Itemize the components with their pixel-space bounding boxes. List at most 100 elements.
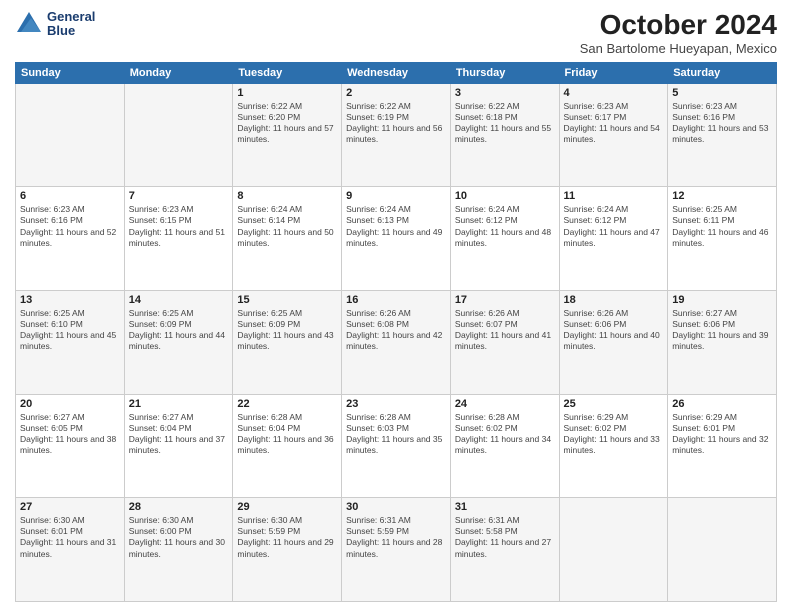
logo: General Blue: [15, 10, 95, 39]
table-row: 12 Sunrise: 6:25 AM Sunset: 6:11 PM Dayli…: [668, 187, 777, 291]
day-number: 27: [20, 501, 120, 513]
day-info: Sunrise: 6:27 AM Sunset: 6:04 PM Dayligh…: [129, 412, 229, 456]
day-info: Sunrise: 6:24 AM Sunset: 6:14 PM Dayligh…: [237, 204, 337, 248]
day-number: 28: [129, 501, 229, 513]
page: General Blue October 2024 San Bartolome …: [0, 0, 792, 612]
col-thursday: Thursday: [450, 62, 559, 83]
table-row: 21 Sunrise: 6:27 AM Sunset: 6:04 PM Dayli…: [124, 394, 233, 498]
day-info: Sunrise: 6:25 AM Sunset: 6:11 PM Dayligh…: [672, 204, 772, 248]
table-row: 3 Sunrise: 6:22 AM Sunset: 6:18 PM Daylig…: [450, 83, 559, 187]
table-row: 7Sunrise: 6:23 AM Sunset: 6:15 PM Daylig…: [124, 187, 233, 291]
calendar-week-row: 6 Sunrise: 6:23 AM Sunset: 6:16 PM Daylig…: [16, 187, 777, 291]
col-friday: Friday: [559, 62, 668, 83]
table-row: 19 Sunrise: 6:27 AM Sunset: 6:06 PM Dayli…: [668, 291, 777, 395]
day-number: 12: [672, 190, 772, 202]
calendar-week-row: 27 Sunrise: 6:30 AM Sunset: 6:01 PM Dayli…: [16, 498, 777, 602]
day-number: 10: [455, 190, 555, 202]
day-number: 3: [455, 87, 555, 99]
day-number: 14: [129, 294, 229, 306]
table-row: [16, 83, 125, 187]
day-info: Sunrise: 6:28 AM Sunset: 6:02 PM Dayligh…: [455, 412, 555, 456]
day-number: 29: [237, 501, 337, 513]
table-row: 24 Sunrise: 6:28 AM Sunset: 6:02 PM Dayli…: [450, 394, 559, 498]
day-number: 31: [455, 501, 555, 513]
table-row: 27 Sunrise: 6:30 AM Sunset: 6:01 PM Dayli…: [16, 498, 125, 602]
table-row: 31 Sunrise: 6:31 AM Sunset: 5:58 PM Dayli…: [450, 498, 559, 602]
day-number: 5: [672, 87, 772, 99]
table-row: 23Sunrise: 6:28 AM Sunset: 6:03 PM Dayli…: [342, 394, 451, 498]
day-info: Sunrise: 6:26 AM Sunset: 6:08 PM Dayligh…: [346, 308, 446, 352]
table-row: 18 Sunrise: 6:26 AM Sunset: 6:06 PM Dayli…: [559, 291, 668, 395]
location-subtitle: San Bartolome Hueyapan, Mexico: [580, 41, 777, 56]
day-info: Sunrise: 6:29 AM Sunset: 6:02 PM Dayligh…: [564, 412, 664, 456]
table-row: 2Sunrise: 6:22 AM Sunset: 6:19 PM Daylig…: [342, 83, 451, 187]
day-info: Sunrise: 6:25 AM Sunset: 6:09 PM Dayligh…: [129, 308, 229, 352]
table-row: 10Sunrise: 6:24 AM Sunset: 6:12 PM Dayli…: [450, 187, 559, 291]
table-row: 9 Sunrise: 6:24 AM Sunset: 6:13 PM Daylig…: [342, 187, 451, 291]
day-number: 24: [455, 398, 555, 410]
day-info: Sunrise: 6:23 AM Sunset: 6:16 PM Dayligh…: [672, 101, 772, 145]
day-number: 6: [20, 190, 120, 202]
table-row: 13 Sunrise: 6:25 AM Sunset: 6:10 PM Dayli…: [16, 291, 125, 395]
day-number: 17: [455, 294, 555, 306]
day-number: 26: [672, 398, 772, 410]
day-number: 19: [672, 294, 772, 306]
day-number: 22: [237, 398, 337, 410]
day-info: Sunrise: 6:26 AM Sunset: 6:07 PM Dayligh…: [455, 308, 555, 352]
col-wednesday: Wednesday: [342, 62, 451, 83]
table-row: 4 Sunrise: 6:23 AM Sunset: 6:17 PM Daylig…: [559, 83, 668, 187]
table-row: [559, 498, 668, 602]
day-info: Sunrise: 6:24 AM Sunset: 6:13 PM Dayligh…: [346, 204, 446, 248]
table-row: 16Sunrise: 6:26 AM Sunset: 6:08 PM Dayli…: [342, 291, 451, 395]
day-number: 7: [129, 190, 229, 202]
day-number: 23: [346, 398, 446, 410]
day-info: Sunrise: 6:22 AM Sunset: 6:20 PM Dayligh…: [237, 101, 337, 145]
table-row: 6 Sunrise: 6:23 AM Sunset: 6:16 PM Daylig…: [16, 187, 125, 291]
table-row: 25 Sunrise: 6:29 AM Sunset: 6:02 PM Dayli…: [559, 394, 668, 498]
table-row: 15Sunrise: 6:25 AM Sunset: 6:09 PM Dayli…: [233, 291, 342, 395]
title-block: October 2024 San Bartolome Hueyapan, Mex…: [580, 10, 777, 56]
col-monday: Monday: [124, 62, 233, 83]
day-info: Sunrise: 6:24 AM Sunset: 6:12 PM Dayligh…: [564, 204, 664, 248]
table-row: [124, 83, 233, 187]
day-number: 20: [20, 398, 120, 410]
day-info: Sunrise: 6:29 AM Sunset: 6:01 PM Dayligh…: [672, 412, 772, 456]
day-info: Sunrise: 6:23 AM Sunset: 6:17 PM Dayligh…: [564, 101, 664, 145]
table-row: 8Sunrise: 6:24 AM Sunset: 6:14 PM Daylig…: [233, 187, 342, 291]
calendar-week-row: 20 Sunrise: 6:27 AM Sunset: 6:05 PM Dayli…: [16, 394, 777, 498]
col-sunday: Sunday: [16, 62, 125, 83]
day-info: Sunrise: 6:30 AM Sunset: 6:00 PM Dayligh…: [129, 515, 229, 559]
logo-text: General Blue: [47, 10, 95, 39]
day-info: Sunrise: 6:22 AM Sunset: 6:19 PM Dayligh…: [346, 101, 446, 145]
day-info: Sunrise: 6:30 AM Sunset: 6:01 PM Dayligh…: [20, 515, 120, 559]
day-number: 18: [564, 294, 664, 306]
day-number: 25: [564, 398, 664, 410]
day-number: 30: [346, 501, 446, 513]
day-info: Sunrise: 6:23 AM Sunset: 6:16 PM Dayligh…: [20, 204, 120, 248]
day-info: Sunrise: 6:31 AM Sunset: 5:59 PM Dayligh…: [346, 515, 446, 559]
calendar-week-row: 1Sunrise: 6:22 AM Sunset: 6:20 PM Daylig…: [16, 83, 777, 187]
table-row: [668, 498, 777, 602]
day-info: Sunrise: 6:27 AM Sunset: 6:06 PM Dayligh…: [672, 308, 772, 352]
day-info: Sunrise: 6:30 AM Sunset: 5:59 PM Dayligh…: [237, 515, 337, 559]
day-number: 13: [20, 294, 120, 306]
col-tuesday: Tuesday: [233, 62, 342, 83]
day-number: 21: [129, 398, 229, 410]
day-number: 11: [564, 190, 664, 202]
day-info: Sunrise: 6:25 AM Sunset: 6:10 PM Dayligh…: [20, 308, 120, 352]
col-saturday: Saturday: [668, 62, 777, 83]
table-row: 5 Sunrise: 6:23 AM Sunset: 6:16 PM Daylig…: [668, 83, 777, 187]
day-number: 4: [564, 87, 664, 99]
day-info: Sunrise: 6:27 AM Sunset: 6:05 PM Dayligh…: [20, 412, 120, 456]
month-title: October 2024: [580, 10, 777, 41]
day-info: Sunrise: 6:26 AM Sunset: 6:06 PM Dayligh…: [564, 308, 664, 352]
logo-icon: [15, 10, 43, 38]
day-info: Sunrise: 6:31 AM Sunset: 5:58 PM Dayligh…: [455, 515, 555, 559]
table-row: 22Sunrise: 6:28 AM Sunset: 6:04 PM Dayli…: [233, 394, 342, 498]
table-row: 1Sunrise: 6:22 AM Sunset: 6:20 PM Daylig…: [233, 83, 342, 187]
header: General Blue October 2024 San Bartolome …: [15, 10, 777, 56]
day-info: Sunrise: 6:22 AM Sunset: 6:18 PM Dayligh…: [455, 101, 555, 145]
day-info: Sunrise: 6:25 AM Sunset: 6:09 PM Dayligh…: [237, 308, 337, 352]
calendar-week-row: 13 Sunrise: 6:25 AM Sunset: 6:10 PM Dayli…: [16, 291, 777, 395]
day-number: 9: [346, 190, 446, 202]
